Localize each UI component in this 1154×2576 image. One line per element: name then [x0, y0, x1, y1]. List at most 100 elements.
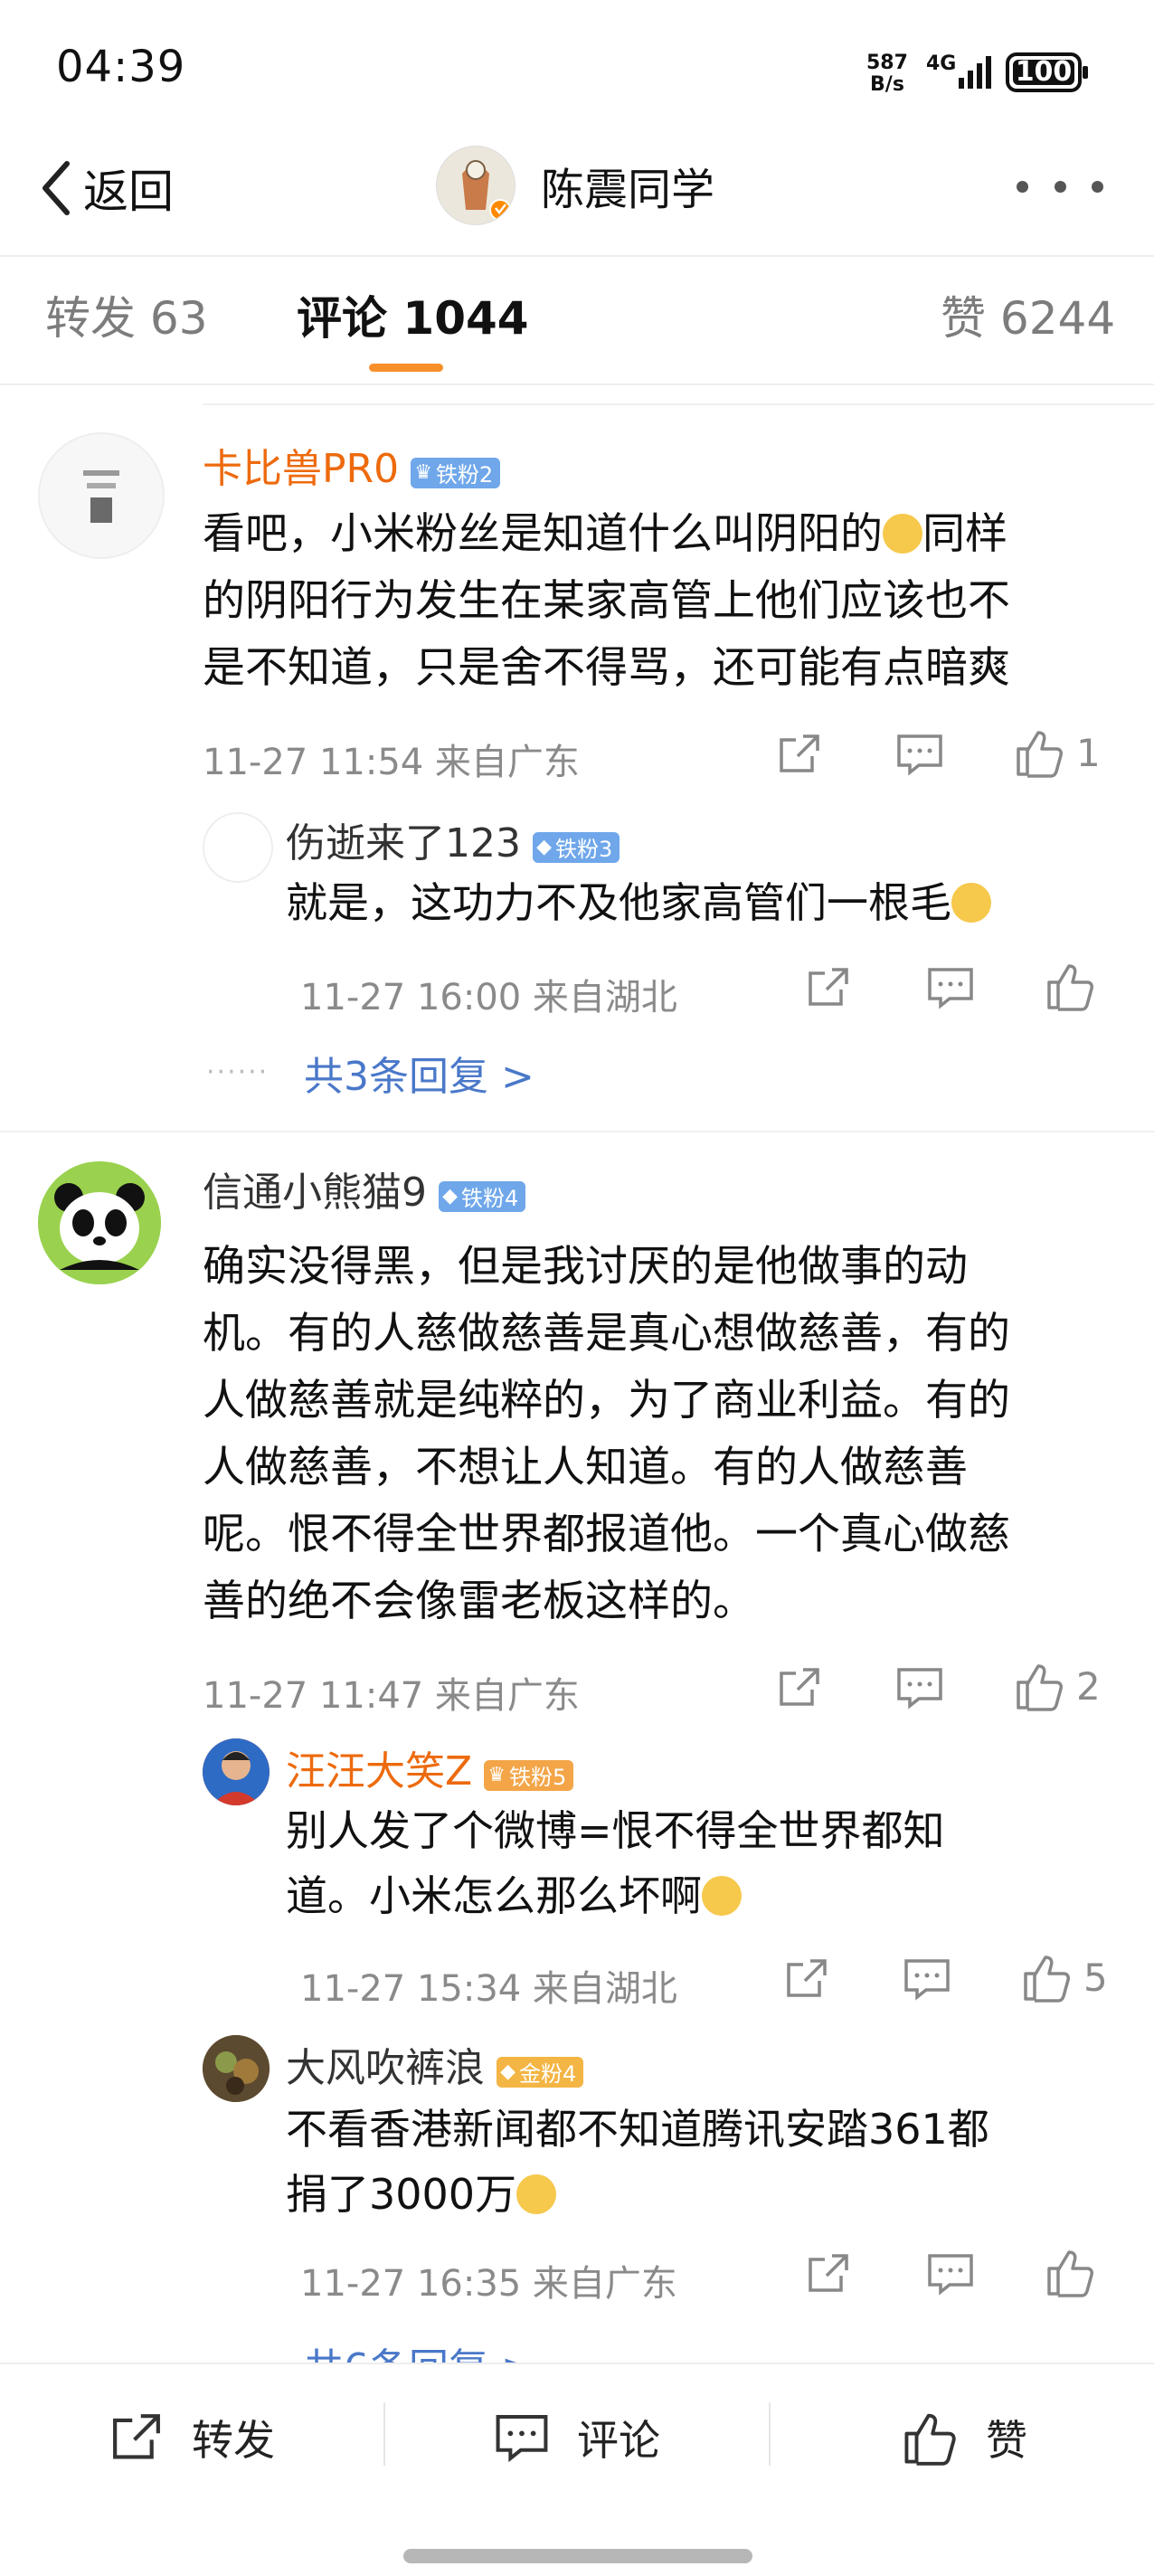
tabs-divider — [0, 384, 1154, 385]
comment-line: 机。有的人慈做慈善是真心想做慈善，有的 — [203, 1309, 1010, 1359]
share-icon — [809, 968, 848, 1006]
diamond-icon: ◆ — [500, 2060, 516, 2083]
more-dot-icon — [1092, 180, 1103, 193]
comment-author-name[interactable]: 信通小熊猫9 — [203, 1170, 427, 1216]
reply-meta: 11-27 16:35 来自广东 — [300, 2263, 677, 2305]
comment-line: 确实没得黑，但是我讨厌的是他做事的动 — [203, 1242, 968, 1292]
comment-author-row: 卡比兽PR0 ♛ 铁粉2 — [203, 436, 501, 494]
more-dot-icon — [1054, 180, 1066, 193]
reply-meta: 11-27 16:00 来自湖北 — [300, 977, 677, 1018]
like-reply-button[interactable]: 5 — [1022, 1952, 1108, 2003]
page-title: 陈震同学 — [541, 165, 715, 215]
thinking-emoji-icon — [516, 2174, 557, 2214]
battery-level: 100 — [1015, 56, 1073, 88]
reply-reply-button[interactable] — [926, 964, 975, 1011]
net-speed: 587 B/s — [866, 52, 908, 96]
reply-reply-button[interactable] — [903, 1956, 951, 2003]
reply-author-name[interactable]: 伤逝来了123 — [286, 820, 521, 867]
dots-separator: ······ — [206, 1056, 270, 1088]
battery-icon: 100 — [1006, 52, 1091, 92]
fan-badge[interactable]: ♛ 铁粉5 — [484, 1759, 574, 1791]
signal-icon — [959, 56, 991, 89]
like-comment-button[interactable]: 2 — [1015, 1661, 1101, 1711]
reply-author-name[interactable]: 汪汪大笑Z — [286, 1748, 472, 1795]
share-icon — [787, 1959, 827, 1997]
active-tab-indicator — [369, 364, 443, 372]
reply-reply-button[interactable] — [926, 2250, 975, 2297]
comment-icon — [496, 2415, 548, 2463]
reply-avatar[interactable] — [203, 2035, 270, 2102]
share-icon — [809, 2254, 848, 2292]
reply-line: 不看香港新闻都不知道腾讯安踏361都 — [286, 2105, 989, 2154]
tab-likes[interactable]: 赞 6244 — [941, 282, 1115, 347]
comment-icon — [904, 1959, 950, 2001]
reply-text: 不看香港新闻都不知道腾讯安踏361都 捐了3000万 — [286, 2097, 1118, 2227]
like-reply-button[interactable] — [1045, 961, 1096, 1011]
reply-comment-button[interactable] — [895, 731, 944, 778]
diamond-icon: ◆ — [442, 1185, 459, 1208]
fan-badge-label: 铁粉3 — [555, 837, 613, 862]
comment-line: 的阴阳行为发生在某家高管上他们应该也不 — [203, 576, 1010, 626]
thumb-up-icon — [1017, 1664, 1063, 1711]
comment-line: 呢。恨不得全世界都报道他。一个真心做慈 — [203, 1510, 1010, 1559]
like-button[interactable]: 赞 — [903, 2397, 1027, 2478]
repost-comment-button[interactable] — [776, 1664, 823, 1711]
home-indicator[interactable] — [403, 2549, 752, 2563]
reply-author-row: 大风吹裤浪 ◆ 金粉4 — [286, 2035, 584, 2093]
reply-avatar[interactable] — [203, 812, 273, 883]
comment-button[interactable]: 评论 — [494, 2397, 660, 2478]
like-reply-button[interactable] — [1045, 2247, 1096, 2297]
repost-reply-button[interactable] — [805, 964, 852, 1011]
thumb-up-icon — [1047, 964, 1093, 1011]
author-header[interactable]: 陈震同学 — [436, 136, 714, 235]
crown-icon: ♛ — [414, 461, 432, 484]
net-speed-value: 587 — [866, 52, 908, 74]
fan-badge[interactable]: ◆ 铁粉4 — [439, 1180, 526, 1212]
reply-avatar[interactable] — [203, 1738, 270, 1805]
list-top-divider — [203, 403, 1154, 405]
fan-badge-label: 金粉4 — [519, 2061, 577, 2087]
net-speed-unit: B/s — [870, 73, 904, 96]
fan-badge[interactable]: ◆ 金粉4 — [497, 2056, 584, 2088]
comment-avatar[interactable] — [38, 432, 165, 559]
comment-author-name[interactable]: 卡比兽PR0 — [203, 446, 399, 492]
share-icon — [780, 1668, 819, 1706]
more-dot-icon — [1017, 180, 1028, 193]
fan-badge-label: 铁粉5 — [508, 1765, 567, 1790]
repost-reply-button[interactable] — [805, 2250, 852, 2297]
thumb-up-icon — [1047, 2250, 1093, 2297]
tab-comments[interactable]: 评论 1044 — [297, 282, 529, 347]
comment-text: 确实没得黑，但是我讨厌的是他做事的动 机。有的人慈做慈善是真心想做慈善，有的 人… — [203, 1234, 1116, 1635]
reply-line: 道。小米怎么那么坏啊 — [286, 1871, 702, 1920]
network-type: 4G — [926, 52, 957, 75]
reply-text: 就是，这功力不及他家高管们一根毛 — [286, 870, 1118, 935]
like-count: 5 — [1083, 1955, 1108, 2000]
bottom-separator — [383, 2402, 385, 2466]
comment-author-row: 信通小熊猫9 ◆ 铁粉4 — [203, 1160, 526, 1217]
comment-meta: 11-27 11:54 来自广东 — [203, 742, 580, 783]
comment-avatar[interactable] — [38, 1161, 161, 1284]
like-label: 赞 — [986, 2416, 1027, 2465]
author-avatar[interactable] — [436, 146, 516, 225]
fan-badge[interactable]: ♛ 铁粉2 — [411, 457, 501, 488]
tab-repost[interactable]: 转发 63 — [45, 282, 208, 347]
reply-author-row: 汪汪大笑Z ♛ 铁粉5 — [286, 1738, 574, 1796]
reply-comment-button[interactable] — [895, 1664, 944, 1711]
repost-comment-button[interactable] — [776, 731, 823, 778]
doge-emoji-icon — [883, 514, 922, 554]
thumb-up-icon — [1017, 731, 1063, 778]
thumb-up-icon — [1024, 1956, 1070, 2003]
comment-text: 看吧，小米粉丝是知道什么叫阴阳的 同样 的阴阳行为发生在某家高管上他们应该也不 是… — [203, 501, 1116, 702]
repost-reply-button[interactable] — [783, 1956, 830, 2003]
repost-button[interactable]: 转发 — [109, 2397, 275, 2478]
back-label: 返回 — [83, 166, 174, 218]
like-comment-button[interactable]: 1 — [1015, 727, 1101, 778]
comment-label: 评论 — [577, 2416, 660, 2465]
fan-badge-label: 铁粉2 — [435, 462, 494, 488]
more-replies-link[interactable]: 共3条回复 > — [304, 1044, 534, 1102]
back-button[interactable]: 返回 — [40, 152, 257, 224]
more-options-button[interactable] — [1017, 168, 1103, 204]
reply-author-name[interactable]: 大风吹裤浪 — [286, 2045, 485, 2091]
fan-badge[interactable]: ◆ 铁粉3 — [533, 831, 620, 863]
reply-line: 就是，这功力不及他家高管们一根毛 — [286, 878, 951, 927]
